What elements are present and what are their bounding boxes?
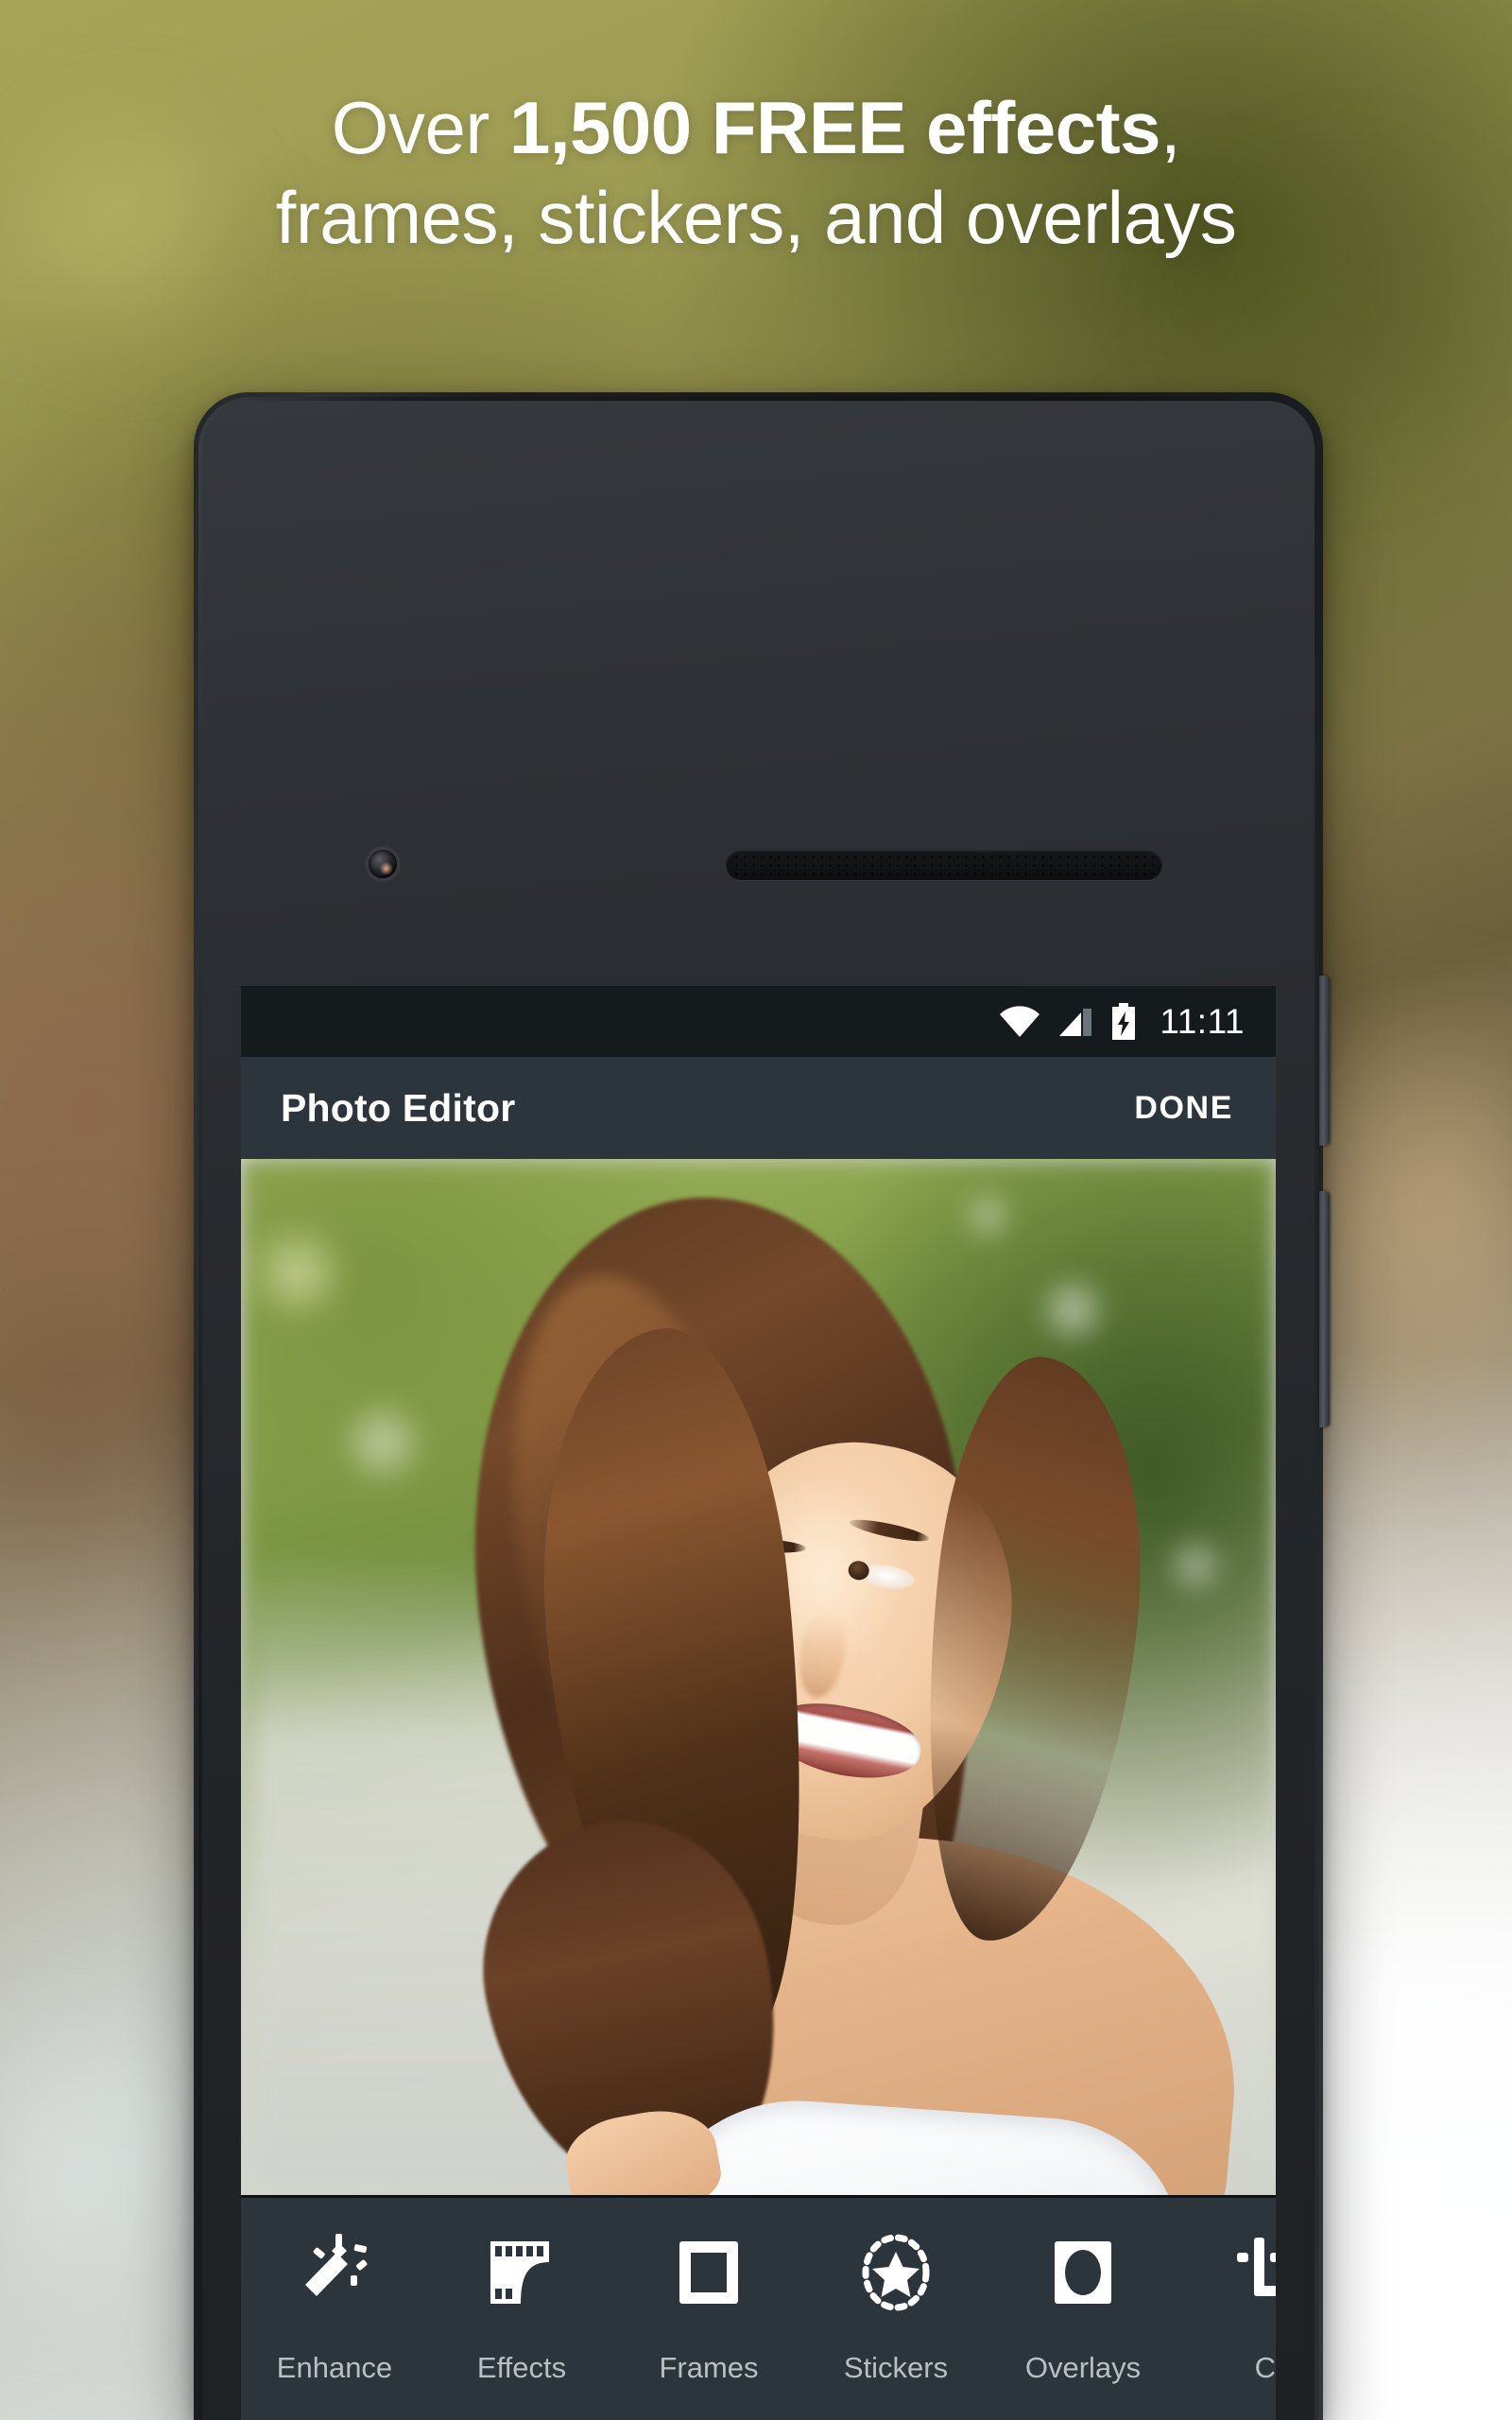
tool-label: Effects bbox=[476, 2351, 567, 2384]
photo-subject bbox=[241, 1159, 1276, 2195]
done-button[interactable]: DONE bbox=[1126, 1080, 1241, 1136]
battery-charging-icon bbox=[1110, 1002, 1137, 1041]
star-sticker-icon bbox=[857, 2234, 935, 2311]
tool-enhance[interactable]: Enhance bbox=[241, 2234, 428, 2385]
crop-icon bbox=[1231, 2234, 1276, 2311]
editor-toolbar: Enhance Effects Frames Stickers Overlays… bbox=[241, 2195, 1276, 2420]
headline-emphasis: 1,500 FREE effects bbox=[509, 86, 1161, 169]
overlay-circle-icon bbox=[1044, 2234, 1122, 2311]
tool-overlays[interactable]: Overlays bbox=[989, 2234, 1177, 2385]
promo-screenshot: Over 1,500 FREE effects, frames, sticker… bbox=[0, 0, 1512, 2420]
tool-stickers[interactable]: Stickers bbox=[802, 2234, 989, 2385]
wifi-icon bbox=[999, 1005, 1040, 1038]
tool-crop[interactable]: Cr bbox=[1177, 2234, 1276, 2385]
tool-effects[interactable]: Effects bbox=[428, 2234, 615, 2385]
app-bar: Photo Editor DONE bbox=[241, 1057, 1276, 1159]
status-bar: 11:11 bbox=[241, 986, 1276, 1057]
tool-label: Frames bbox=[659, 2351, 759, 2384]
power-button[interactable] bbox=[1319, 976, 1330, 1146]
magic-wand-icon bbox=[296, 2234, 373, 2311]
phone-mockup: 11:11 Photo Editor DONE Enhance Effects … bbox=[194, 392, 1330, 2420]
tool-frames[interactable]: Frames bbox=[615, 2234, 802, 2385]
speaker-grille bbox=[726, 850, 1162, 880]
speaker-mesh bbox=[733, 854, 1155, 876]
tool-label: Cr bbox=[1254, 2351, 1276, 2384]
volume-button[interactable] bbox=[1319, 1191, 1330, 1427]
cellular-signal-icon bbox=[1057, 1006, 1093, 1038]
film-strip-icon bbox=[483, 2234, 560, 2311]
page-title: Photo Editor bbox=[281, 1085, 516, 1130]
camera-icon bbox=[369, 850, 397, 878]
headline-line-1: Over 1,500 FREE effects, bbox=[0, 89, 1512, 166]
photo-preview[interactable] bbox=[241, 1159, 1276, 2195]
headline-suffix: , bbox=[1160, 86, 1181, 169]
headline-prefix: Over bbox=[331, 86, 509, 169]
tool-label: Enhance bbox=[276, 2351, 393, 2384]
promo-headline: Over 1,500 FREE effects, frames, sticker… bbox=[0, 89, 1512, 260]
frame-square-icon bbox=[670, 2234, 747, 2311]
tool-label: Overlays bbox=[1024, 2351, 1142, 2384]
headline-line-2: frames, stickers, and overlays bbox=[275, 176, 1237, 260]
status-clock: 11:11 bbox=[1160, 1001, 1245, 1041]
camera-lens-glint bbox=[369, 850, 397, 878]
phone-screen: 11:11 Photo Editor DONE Enhance Effects … bbox=[241, 986, 1276, 2420]
tool-label: Stickers bbox=[843, 2351, 949, 2384]
